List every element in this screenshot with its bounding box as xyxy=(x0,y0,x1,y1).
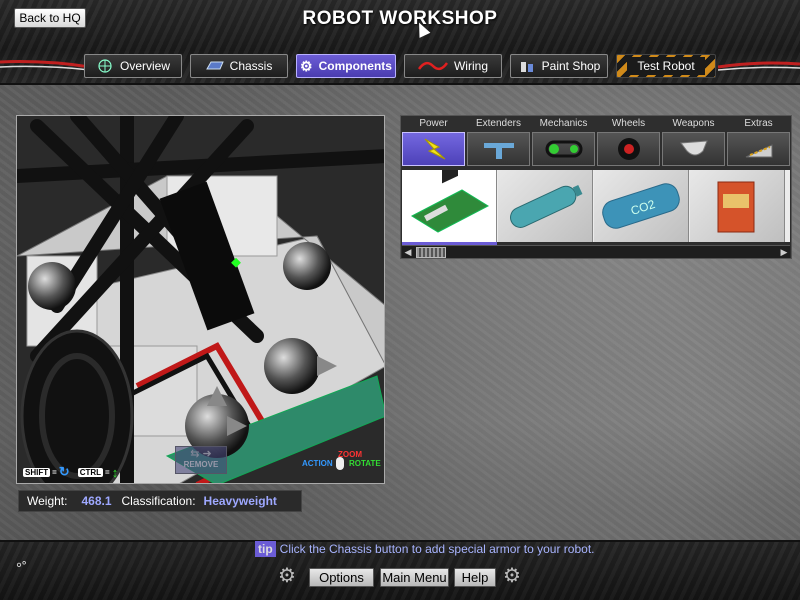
wheel-icon xyxy=(617,138,640,160)
wire-icon xyxy=(417,61,448,71)
battery-icon xyxy=(510,184,583,228)
main-menu-button[interactable]: Main Menu xyxy=(380,568,449,587)
category-power[interactable]: Power xyxy=(401,116,466,168)
tab-test-robot[interactable]: Test Robot xyxy=(616,54,716,78)
category-mechanics-box xyxy=(532,132,595,166)
right-gear-icon: ⚙ xyxy=(503,565,521,587)
left-gear-icon: ⚙ xyxy=(278,565,296,587)
category-extras-box xyxy=(727,132,790,166)
remove-arrows-icon: ⇆ ➜ xyxy=(190,448,212,460)
equals-sign: = xyxy=(52,467,57,477)
battery-cylinder-item[interactable] xyxy=(498,170,593,242)
category-extenders[interactable]: Extenders xyxy=(466,116,531,168)
tab-components-label: Components xyxy=(318,59,392,73)
power-box-icon xyxy=(717,181,755,233)
category-extenders-box xyxy=(467,132,530,166)
scroll-right-arrow-icon[interactable]: ▶ xyxy=(778,247,790,258)
category-extras-label: Extras xyxy=(744,118,773,129)
tab-wiring[interactable]: Wiring xyxy=(404,54,502,78)
weight-label: Weight: xyxy=(27,494,68,508)
tab-paint-shop[interactable]: Paint Shop xyxy=(510,54,608,78)
globe-icon xyxy=(98,59,112,73)
tab-overview-label: Overview xyxy=(119,59,170,73)
lightning-icon xyxy=(424,138,445,160)
category-weapons-box xyxy=(662,132,725,166)
shift-key-badge: SHIFT xyxy=(23,467,51,477)
robot-3d-viewport[interactable]: SHIFT = ↻ CTRL = ↕ ⇆ ➜ REMOVE ZOOM ACTIO… xyxy=(16,115,385,484)
remove-button[interactable]: ⇆ ➜ REMOVE xyxy=(175,446,227,474)
shift-rotate-hint: SHIFT = ↻ CTRL = ↕ xyxy=(23,464,118,480)
component-items-row: CO2 xyxy=(402,161,790,242)
extender-icon xyxy=(483,143,514,159)
robot-stats-bar: Weight: 468.1 Classification: Heavyweigh… xyxy=(18,490,302,512)
tab-test-robot-label: Test Robot xyxy=(627,57,705,75)
tab-overview[interactable]: Overview xyxy=(84,54,182,78)
left-cable xyxy=(0,60,90,71)
action-label: ACTION xyxy=(302,459,333,468)
co2-tank-icon: CO2 xyxy=(602,183,680,229)
wedge-icon xyxy=(745,144,772,158)
classification-value: Heavyweight xyxy=(203,494,277,508)
tab-chassis-label: Chassis xyxy=(229,59,273,73)
co2-tank-item[interactable]: CO2 xyxy=(594,170,689,242)
page-title: ROBOT WORKSHOP xyxy=(302,8,498,29)
category-wheels-label: Wheels xyxy=(611,118,646,129)
help-button[interactable]: Help xyxy=(454,568,496,587)
equals-sign: = xyxy=(105,467,110,477)
right-cable xyxy=(718,61,800,71)
items-scrollbar[interactable]: ◀ ▶ xyxy=(402,245,790,258)
scroll-thumb[interactable] xyxy=(416,247,446,258)
tip-text: Click the Chassis button to add special … xyxy=(279,542,595,556)
rotate-label: ROTATE xyxy=(349,459,381,468)
rotate-arrow-icon: ↻ xyxy=(58,464,70,479)
category-power-label: Power xyxy=(419,118,448,129)
classification-label: Classification: xyxy=(121,494,196,508)
gear-icon: ⚙ xyxy=(300,57,313,74)
tab-chassis[interactable]: Chassis xyxy=(190,54,288,78)
category-power-box xyxy=(402,132,465,166)
category-mechanics-label: Mechanics xyxy=(539,118,588,129)
tab-components[interactable]: ⚙ Components xyxy=(296,54,396,78)
scroll-left-arrow-icon[interactable]: ◀ xyxy=(402,247,414,258)
tab-paint-shop-label: Paint Shop xyxy=(541,59,601,73)
tip-message: tip Click the Chassis button to add spec… xyxy=(255,541,595,557)
category-extras[interactable]: Extras xyxy=(726,116,791,168)
component-panel: Power Extenders Mechanics Wheels Weapons… xyxy=(400,115,792,259)
tab-wiring-label: Wiring xyxy=(453,59,488,73)
category-mechanics[interactable]: Mechanics xyxy=(531,116,596,168)
options-button[interactable]: Options xyxy=(309,568,374,587)
circuit-board-icon xyxy=(410,161,490,233)
category-weapons-label: Weapons xyxy=(672,118,715,129)
category-wheels-box xyxy=(597,132,660,166)
power-box-item[interactable] xyxy=(690,170,785,242)
weight-value: 468.1 xyxy=(81,494,112,508)
blade-icon xyxy=(679,140,708,156)
category-weapons[interactable]: Weapons xyxy=(661,116,726,168)
mouse-icon xyxy=(336,457,344,470)
game-logo-icon: °˚ xyxy=(16,560,27,577)
tip-badge: tip xyxy=(255,541,276,557)
belt-icon xyxy=(545,140,582,158)
category-extenders-label: Extenders xyxy=(475,118,522,129)
mouse-controls-hint: ZOOM ACTION ROTATE xyxy=(302,450,384,480)
paint-icon xyxy=(520,62,533,72)
ctrl-key-badge: CTRL xyxy=(77,467,104,477)
remove-label: REMOVE xyxy=(183,460,219,469)
circuit-board-item[interactable] xyxy=(402,161,497,242)
robot-render xyxy=(17,116,384,483)
chassis-icon xyxy=(205,61,224,70)
vertical-arrows-icon: ↕ xyxy=(111,464,119,480)
category-wheels[interactable]: Wheels xyxy=(596,116,661,168)
